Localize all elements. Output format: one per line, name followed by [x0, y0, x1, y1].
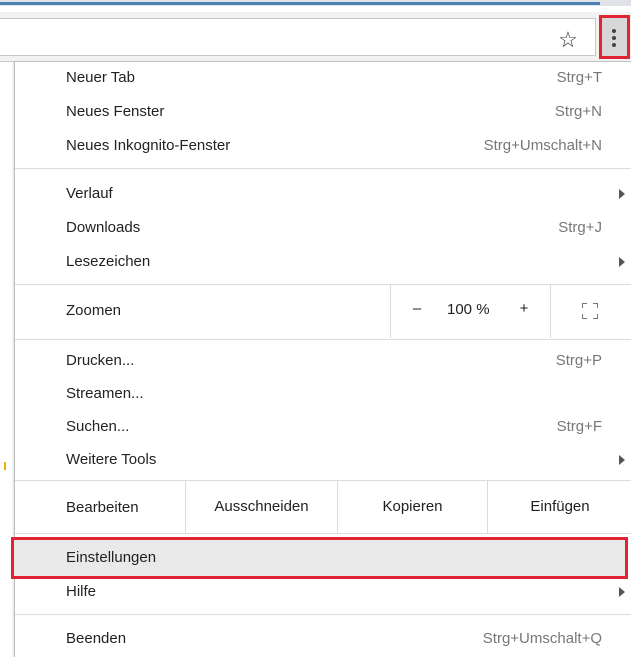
menu-item-label: Beenden [66, 630, 127, 647]
menu-separator [15, 614, 631, 615]
menu-item-label: Neues Inkognito-Fenster [66, 137, 231, 154]
tab-strip-accent [0, 2, 600, 5]
submenu-arrow-icon [619, 587, 625, 597]
star-icon[interactable]: ☆ [555, 27, 581, 53]
menu-item-label: Weitere Tools [66, 451, 157, 468]
menu-item-shortcut: Strg+P [555, 352, 602, 369]
menu-item-label: Drucken... [66, 352, 135, 369]
menu-item-shortcut: Strg+N [554, 103, 602, 120]
menu-item-downloads[interactable]: Downloads Strg+J [15, 212, 631, 245]
menu-edit-row: Bearbeiten Ausschneiden Kopieren Einfüge… [15, 480, 631, 534]
menu-item-label: Neues Fenster [66, 103, 165, 120]
zoom-label: Zoomen [66, 302, 122, 319]
menu-item-new-incognito-window[interactable]: Neues Inkognito-Fenster Strg+Umschalt+N [15, 130, 631, 163]
submenu-arrow-icon [619, 189, 625, 199]
zoom-in-button[interactable]: + [517, 300, 531, 317]
menu-item-find[interactable]: Suchen... Strg+F [15, 411, 631, 444]
menu-item-shortcut: Strg+J [558, 219, 602, 236]
zoom-out-button[interactable]: – [410, 300, 424, 317]
menu-item-settings[interactable]: Einstellungen [11, 537, 628, 579]
browser-toolbar: ☆ [0, 12, 631, 62]
menu-item-history[interactable]: Verlauf [15, 178, 631, 211]
menu-item-label: Verlauf [66, 185, 113, 202]
submenu-arrow-icon [619, 455, 625, 465]
cut-button[interactable]: Ausschneiden [185, 481, 337, 533]
menu-item-help[interactable]: Hilfe [15, 576, 631, 609]
menu-item-label: Einstellungen [66, 549, 157, 566]
zoom-level: 100 % [447, 301, 490, 318]
menu-item-label: Neuer Tab [66, 69, 135, 86]
menu-item-shortcut: Strg+Umschalt+Q [482, 630, 602, 647]
menu-zoom-row: Zoomen – 100 % + [15, 285, 631, 338]
submenu-arrow-icon [619, 257, 625, 267]
three-dots-vertical-icon [612, 29, 618, 47]
browser-menu-button[interactable] [599, 15, 630, 59]
menu-item-exit[interactable]: Beenden Strg+Umschalt+Q [15, 623, 631, 656]
menu-separator [15, 339, 631, 340]
browser-main-menu: Neuer Tab Strg+T Neues Fenster Strg+N Ne… [11, 62, 631, 657]
menu-item-cast[interactable]: Streamen... [15, 378, 631, 411]
copy-button[interactable]: Kopieren [337, 481, 487, 533]
address-bar[interactable]: ☆ [0, 18, 596, 56]
menu-item-new-tab[interactable]: Neuer Tab Strg+T [15, 62, 631, 95]
tab-strip-edge [0, 0, 631, 6]
menu-item-more-tools[interactable]: Weitere Tools [15, 444, 631, 477]
menu-item-label: Hilfe [66, 583, 97, 600]
menu-item-shortcut: Strg+F [556, 418, 602, 435]
paste-button[interactable]: Einfügen [487, 481, 631, 533]
menu-item-new-window[interactable]: Neues Fenster Strg+N [15, 96, 631, 129]
menu-item-label: Suchen... [66, 418, 130, 435]
menu-item-print[interactable]: Drucken... Strg+P [15, 345, 631, 378]
menu-item-bookmarks[interactable]: Lesezeichen [15, 246, 631, 279]
menu-item-label: Downloads [66, 219, 141, 236]
menu-separator [15, 168, 631, 169]
fullscreen-icon[interactable] [582, 303, 598, 319]
edit-label: Bearbeiten [66, 499, 139, 516]
menu-item-label: Streamen... [66, 385, 144, 402]
menu-item-shortcut: Strg+T [556, 69, 602, 86]
menu-item-label: Lesezeichen [66, 253, 151, 270]
page-edge-mark [4, 462, 6, 470]
menu-item-shortcut: Strg+Umschalt+N [483, 137, 602, 154]
